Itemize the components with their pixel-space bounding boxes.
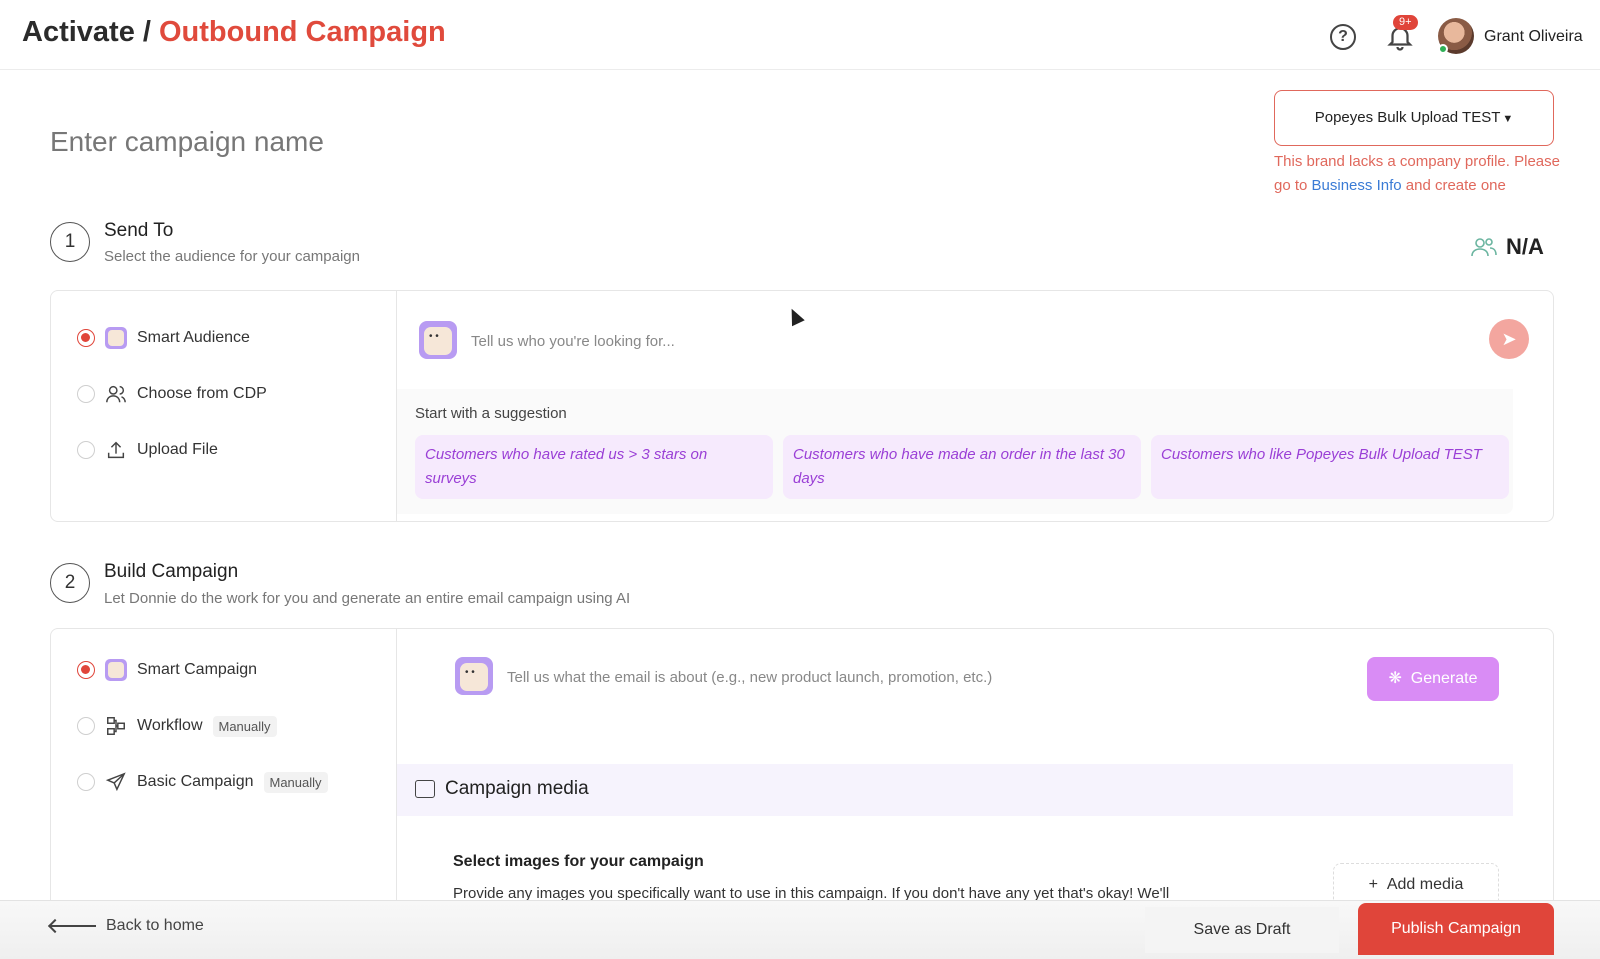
- mascot-icon: [105, 327, 127, 349]
- users-icon: [106, 385, 126, 403]
- top-bar: Activate / Outbound Campaign ? 9+ Grant …: [0, 0, 1600, 70]
- upload-icon: [107, 441, 125, 459]
- chevron-down-icon: ▼: [1502, 113, 1514, 125]
- send-icon: [105, 772, 126, 792]
- option-basic-campaign[interactable]: Basic Campaign Manually: [77, 769, 328, 795]
- breadcrumb-root[interactable]: Activate: [22, 16, 135, 48]
- step-1-number: 1: [50, 222, 90, 262]
- breadcrumb: Activate / Outbound Campaign: [22, 16, 446, 49]
- option-upload-file[interactable]: Upload File: [77, 437, 218, 463]
- brand-warning: This brand lacks a company profile. Plea…: [1274, 150, 1574, 198]
- option-smart-campaign[interactable]: Smart Campaign: [77, 657, 257, 683]
- manually-tag: Manually: [212, 715, 277, 737]
- option-label: Choose from CDP: [137, 385, 267, 402]
- suggestion-chip[interactable]: Customers who have made an order in the …: [783, 435, 1141, 499]
- plus-icon: +: [1368, 876, 1378, 893]
- footer-bar: Back to home Save as Draft Publish Campa…: [0, 900, 1600, 959]
- manually-tag: Manually: [263, 771, 328, 793]
- option-label: Smart Campaign: [137, 661, 258, 678]
- audience-count: N/A: [1506, 234, 1544, 259]
- option-label: Smart Audience: [137, 329, 250, 346]
- step-2-subtitle: Let Donnie do the work for you and gener…: [104, 590, 631, 607]
- radio-upload-file[interactable]: [77, 441, 95, 459]
- sparkle-icon: ❋: [1388, 670, 1402, 687]
- option-workflow[interactable]: Workflow Manually: [77, 713, 277, 739]
- campaign-options: Smart Campaign Workflow Manually Basic C…: [51, 629, 397, 918]
- option-label: Workflow: [137, 717, 203, 734]
- option-choose-from-cdp[interactable]: Choose from CDP: [77, 381, 267, 407]
- users-icon: [1471, 238, 1497, 257]
- radio-workflow[interactable]: [77, 717, 95, 735]
- send-button[interactable]: ➤: [1489, 319, 1529, 359]
- mascot-icon: [455, 657, 493, 695]
- radio-choose-from-cdp[interactable]: [77, 385, 95, 403]
- add-media-label: Add media: [1386, 876, 1464, 893]
- option-label: Basic Campaign: [137, 773, 254, 790]
- help-icon[interactable]: ?: [1330, 24, 1356, 50]
- radio-smart-campaign[interactable]: [77, 661, 95, 679]
- step-1-title: Send To: [104, 220, 174, 241]
- suggestions-label: Start with a suggestion: [415, 405, 567, 422]
- business-info-link[interactable]: Business Info: [1312, 177, 1402, 194]
- step-2-title: Build Campaign: [104, 561, 239, 582]
- suggestion-chip[interactable]: Customers who like Popeyes Bulk Upload T…: [1151, 435, 1509, 499]
- radio-smart-audience[interactable]: [77, 329, 95, 347]
- campaign-name-input[interactable]: [50, 122, 1150, 162]
- brand-select-value: Popeyes Bulk Upload TEST: [1314, 109, 1501, 126]
- arrow-left-icon: [50, 925, 96, 927]
- audience-options: Smart Audience Choose from CDP Upload Fi…: [51, 291, 397, 521]
- send-to-panel: Smart Audience Choose from CDP Upload Fi…: [50, 290, 1554, 522]
- step-2-number: 2: [50, 563, 90, 603]
- build-campaign-panel: Smart Campaign Workflow Manually Basic C…: [50, 628, 1554, 918]
- user-name[interactable]: Grant Oliveira: [1484, 28, 1583, 46]
- back-label: Back to home: [106, 917, 204, 934]
- save-draft-button[interactable]: Save as Draft: [1145, 907, 1339, 953]
- notification-badge: 9+: [1393, 15, 1418, 30]
- select-images-title: Select images for your campaign: [453, 853, 704, 870]
- publish-campaign-button[interactable]: Publish Campaign: [1358, 903, 1554, 955]
- brand-warning-text-end: and create one: [1401, 177, 1506, 194]
- email-prompt-input[interactable]: Tell us what the email is about (e.g., n…: [507, 669, 992, 686]
- audience-prompt-input[interactable]: Tell us who you're looking for...: [471, 333, 675, 350]
- brand-select[interactable]: Popeyes Bulk Upload TEST ▼: [1274, 90, 1554, 146]
- mascot-icon: [419, 321, 457, 359]
- online-status-dot: [1438, 44, 1448, 54]
- step-1-subtitle: Select the audience for your campaign: [104, 248, 360, 265]
- workflow-icon: [107, 717, 125, 735]
- campaign-media-title: Campaign media: [445, 778, 589, 799]
- campaign-media-header: Campaign media: [397, 764, 1513, 816]
- suggestions-area: Start with a suggestion Customers who ha…: [397, 389, 1513, 514]
- option-label: Upload File: [137, 441, 218, 458]
- avatar[interactable]: [1438, 18, 1474, 54]
- mascot-icon: [105, 659, 127, 681]
- suggestion-chip[interactable]: Customers who have rated us > 3 stars on…: [415, 435, 773, 499]
- breadcrumb-separator: /: [134, 16, 159, 48]
- generate-label: Generate: [1410, 670, 1478, 687]
- page-title: Outbound Campaign: [159, 16, 446, 48]
- generate-button[interactable]: ❋ Generate: [1367, 657, 1499, 701]
- radio-basic-campaign[interactable]: [77, 773, 95, 791]
- option-smart-audience[interactable]: Smart Audience: [77, 325, 250, 351]
- back-to-home-link[interactable]: Back to home: [50, 917, 204, 935]
- image-icon: [415, 780, 435, 798]
